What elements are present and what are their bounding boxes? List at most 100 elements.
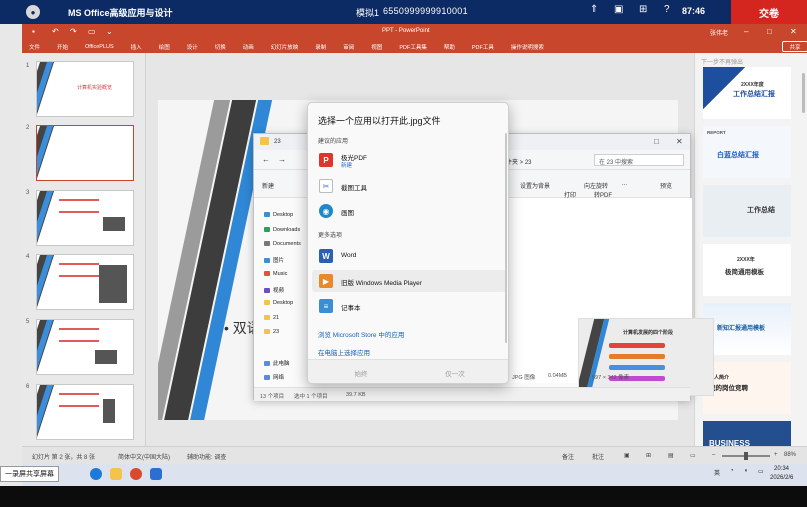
tab-officeplus[interactable]: OfficePLUS — [85, 44, 114, 50]
tab-slideshow[interactable]: 幻灯片放映 — [271, 43, 299, 51]
tab-design[interactable]: 设计 — [187, 43, 198, 51]
minimize-icon[interactable]: – — [744, 27, 748, 36]
powerpoint-icon[interactable] — [130, 468, 142, 480]
tab-insert[interactable]: 插入 — [131, 43, 142, 51]
ime-indicator[interactable]: 英 — [714, 468, 720, 477]
explorer-search-input[interactable]: 在 23 中搜索 — [594, 154, 684, 166]
nav-item[interactable]: Desktop — [264, 300, 293, 306]
slide-thumbnail-5[interactable] — [36, 319, 134, 375]
template-card[interactable]: 2XXX年 极简通用模板 — [703, 244, 791, 296]
notes-button[interactable]: 备注 — [562, 452, 574, 461]
nav-item[interactable]: Documents — [264, 241, 301, 247]
network-icon[interactable]: ◔ — [730, 468, 734, 474]
submit-exam-button[interactable]: 交卷 — [731, 0, 807, 24]
help-icon[interactable]: ? — [664, 4, 670, 15]
clock-time[interactable]: 20:34 — [774, 466, 789, 472]
nav-item[interactable]: 图片 — [264, 256, 284, 264]
forward-icon[interactable]: → — [278, 155, 286, 164]
slide-thumbnail-1[interactable]: 计算机实验概览 — [36, 61, 134, 117]
nav-item[interactable]: 23 — [264, 329, 279, 335]
tab-home[interactable]: 开始 — [57, 43, 68, 51]
maximize-icon[interactable]: □ — [767, 27, 772, 36]
collapse-icon[interactable]: ⇑ — [590, 4, 598, 15]
choose-app-on-pc-link[interactable]: 在电脑上选择应用 — [318, 347, 370, 357]
preview-pane-button[interactable]: 预览 — [660, 181, 672, 190]
zoom-out-icon[interactable]: – — [712, 452, 715, 458]
share-button[interactable]: 共享 — [782, 41, 807, 52]
panel-header[interactable]: 下一步不再弹出 — [701, 57, 743, 66]
dialog-scrollbar[interactable] — [505, 133, 507, 343]
clock-date[interactable]: 2026/2/6 — [770, 475, 793, 481]
close-icon[interactable]: ✕ — [790, 27, 797, 36]
nav-item[interactable]: 视频 — [264, 286, 284, 294]
app-option-media-player[interactable]: ▶ 旧版 Windows Media Player — [312, 270, 506, 292]
tab-record[interactable]: 录制 — [315, 43, 326, 51]
template-card[interactable]: 新知汇报通用模板 — [703, 303, 791, 355]
store-link[interactable]: 浏览 Microsoft Store 中的应用 — [318, 329, 404, 339]
set-wallpaper-button[interactable]: 设置为背景 — [520, 181, 550, 190]
slide-thumbnail-6[interactable] — [36, 384, 134, 440]
app-option-word[interactable]: W Word — [312, 245, 506, 267]
redo-icon[interactable]: ↷ — [70, 27, 77, 36]
outlook-icon[interactable] — [150, 468, 162, 480]
zoom-level[interactable]: 88% — [784, 452, 796, 458]
window-icon[interactable]: ▣ — [614, 4, 623, 15]
nav-item[interactable]: 此电脑 — [264, 359, 290, 367]
slide-thumbnail-4[interactable] — [36, 254, 134, 310]
template-card[interactable]: 工作总结 — [703, 185, 791, 237]
app-option-snipping-tool[interactable]: ✂ 截图工具 — [312, 175, 506, 197]
new-button[interactable]: 新建 — [262, 181, 274, 190]
reading-view-icon[interactable]: ▤ — [668, 452, 674, 459]
just-once-button[interactable]: 仅一次 — [412, 366, 498, 380]
app-option-paint[interactable]: ◉ 画图 — [312, 200, 506, 222]
nav-item[interactable]: Desktop — [264, 212, 293, 218]
back-icon[interactable]: ← — [262, 155, 270, 164]
maximize-icon[interactable]: □ — [654, 137, 659, 146]
slide-thumbnail-2[interactable] — [36, 125, 134, 181]
edge-icon[interactable] — [90, 468, 102, 480]
app-option-jiguang-pdf[interactable]: P 极光PDF 新建 — [312, 149, 506, 171]
media-player-icon: ▶ — [319, 274, 333, 288]
tab-pdf-toolset[interactable]: PDF工具集 — [399, 43, 427, 51]
nav-item[interactable]: 21 — [264, 315, 279, 321]
comments-button[interactable]: 批注 — [592, 452, 604, 461]
undo-icon[interactable]: ↶ — [52, 27, 59, 36]
template-card[interactable]: 2XXX年度 工作总结汇报 — [703, 67, 791, 119]
grid-icon[interactable]: ⊞ — [639, 4, 647, 15]
tab-animations[interactable]: 动画 — [243, 43, 254, 51]
start-slideshow-icon[interactable]: ▭ — [88, 27, 96, 36]
sorter-view-icon[interactable]: ⊞ — [646, 452, 651, 459]
nav-item[interactable]: Downloads — [264, 227, 300, 233]
customize-icon[interactable]: ⌄ — [106, 27, 113, 36]
tab-file[interactable]: 文件 — [29, 43, 40, 51]
battery-icon[interactable]: ▭ — [758, 468, 764, 475]
zoom-slider-knob[interactable] — [744, 452, 748, 460]
tab-pdf-tools[interactable]: PDF工具 — [472, 43, 494, 51]
user-name[interactable]: 张伟老 — [710, 28, 728, 37]
screen-share-tag[interactable]: 一录屏共享屏幕 — [0, 466, 59, 482]
file-explorer-icon[interactable] — [110, 468, 122, 480]
panel-scrollbar[interactable] — [802, 73, 805, 113]
app-option-notepad[interactable]: ≡ 记事本 — [312, 295, 506, 317]
tab-view[interactable]: 视图 — [371, 43, 382, 51]
close-icon[interactable]: ✕ — [676, 137, 683, 146]
slide-thumbnail-3[interactable] — [36, 190, 134, 246]
nav-item[interactable]: Music — [264, 271, 287, 277]
normal-view-icon[interactable]: ▣ — [624, 452, 630, 459]
template-card[interactable]: 个人简介 我的岗位竞聘 — [703, 362, 791, 414]
zoom-in-icon[interactable]: + — [774, 452, 778, 458]
tab-transitions[interactable]: 切换 — [215, 43, 226, 51]
rotate-left-button[interactable]: 向左旋转 — [584, 181, 608, 190]
tab-review[interactable]: 审阅 — [343, 43, 354, 51]
save-icon[interactable]: ▪ — [32, 27, 35, 36]
tab-draw[interactable]: 绘图 — [159, 43, 170, 51]
slideshow-view-icon[interactable]: ▭ — [690, 452, 696, 459]
volume-icon[interactable]: ◖ — [744, 468, 748, 474]
always-button[interactable]: 始终 — [318, 366, 404, 380]
accessibility-status[interactable]: 辅助功能: 调查 — [187, 452, 226, 461]
tell-me-search[interactable]: 操作说明搜索 — [511, 43, 544, 51]
language-status[interactable]: 简体中文(中国大陆) — [118, 452, 170, 461]
tab-help[interactable]: 帮助 — [444, 43, 455, 51]
more-button[interactable]: ... — [622, 181, 627, 187]
template-card[interactable]: REPORT 白蓝总结汇报 — [703, 126, 791, 178]
